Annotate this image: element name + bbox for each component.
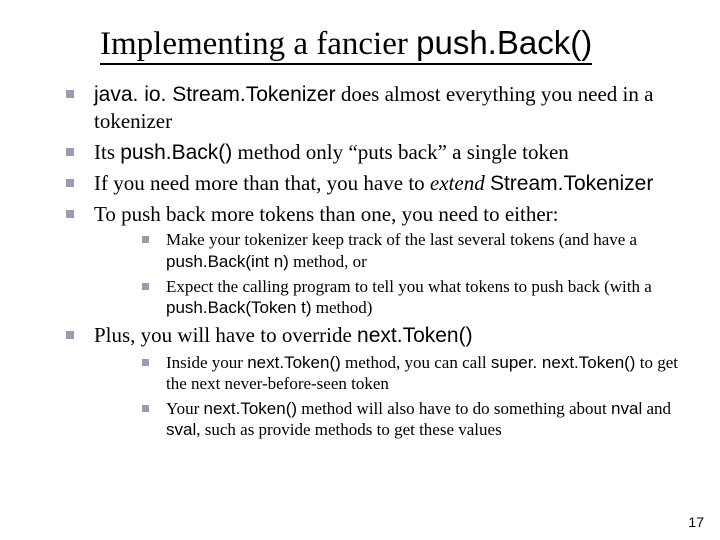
b3-code: Stream.Tokenizer [490,172,653,195]
b4s2-c: method) [312,298,373,317]
bullet-5-sub-1: Inside your next.Token() method, you can… [138,352,692,395]
b5s2-code-b: next.Token() [204,399,298,418]
b5s2-c: method will also have to do something ab… [297,399,611,418]
b2-code: push.Back() [120,141,232,164]
b4s1-code: push.Back(int n) [166,252,289,271]
bullet-4-sublist: Make your tokenizer keep track of the la… [138,229,692,318]
b5s2-code-d: nval [611,399,642,418]
b3-em: extend [430,171,485,195]
b2-text-c: method only “puts back” a single token [232,140,569,164]
b5s2-code-f: sval [166,420,196,439]
title-text-plain: Implementing a fancier [100,26,416,62]
bullet-5: Plus, you will have to override next.Tok… [60,322,692,440]
b5s2-a: Your [166,399,204,418]
b5s1-code-b: next.Token() [247,353,341,372]
b5-text: Plus, you will have to override [94,323,357,347]
b5s1-code-d: super. next.Token() [491,353,636,372]
b4-text: To push back more tokens than one, you n… [94,202,559,226]
page-number: 17 [688,514,704,530]
bullet-1: java. io. Stream.Tokenizer does almost e… [60,81,692,135]
b2-text-a: Its [94,140,120,164]
b3-text-a: If you need more than that, you have to [94,171,430,195]
b1-code: java. io. Stream.Tokenizer [94,83,336,106]
b5-code: next.Token() [357,324,473,347]
bullet-2: Its push.Back() method only “puts back” … [60,139,692,166]
title-underline: Implementing a fancier push.Back() [100,26,592,65]
slide: Implementing a fancier push.Back() java.… [0,0,720,540]
bullet-4: To push back more tokens than one, you n… [60,201,692,318]
b4s1-c: method, or [289,252,367,271]
bullet-5-sub-2: Your next.Token() method will also have … [138,398,692,441]
b5s2-e: and [642,399,671,418]
bullet-3: If you need more than that, you have to … [60,170,692,197]
bullet-4-sub-2: Expect the calling program to tell you w… [138,276,692,319]
b5s2-g: , such as provide methods to get these v… [196,420,501,439]
b4s2-a: Expect the calling program to tell you w… [166,277,652,296]
title-text-code: push.Back() [416,24,592,61]
bullet-4-sub-1: Make your tokenizer keep track of the la… [138,229,692,272]
b5s1-a: Inside your [166,353,247,372]
bullet-list: java. io. Stream.Tokenizer does almost e… [60,81,692,441]
bullet-5-sublist: Inside your next.Token() method, you can… [138,352,692,441]
b4s1-a: Make your tokenizer keep track of the la… [166,230,637,249]
b4s2-code: push.Back(Token t) [166,298,312,317]
b5s1-c: method, you can call [341,353,491,372]
slide-title: Implementing a fancier push.Back() [100,24,692,63]
